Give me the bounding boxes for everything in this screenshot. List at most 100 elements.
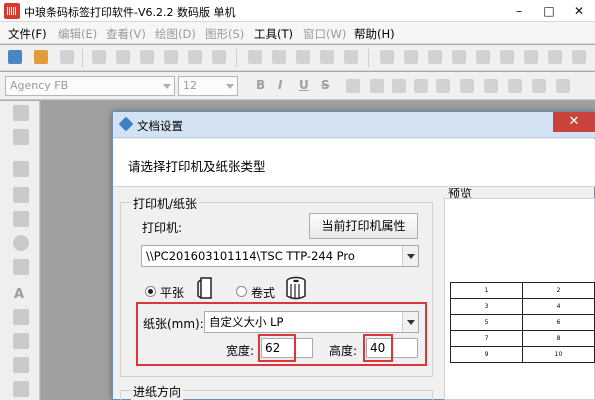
close-window-icon[interactable]: ✕ bbox=[565, 0, 593, 22]
dialog-title-bar: 文档设置 ✕ bbox=[113, 112, 595, 138]
distribute-vertical-icon[interactable] bbox=[556, 79, 570, 93]
ellipse-tool-icon[interactable] bbox=[13, 235, 29, 251]
preview-label-grid: 12 34 56 78 9 10 bbox=[450, 282, 595, 363]
bold-button[interactable]: B bbox=[256, 78, 265, 92]
radio-flat-paper-label: 平张 bbox=[160, 286, 185, 300]
italic-button[interactable]: I bbox=[278, 78, 282, 92]
menu-help[interactable]: 帮助(H) bbox=[354, 26, 395, 42]
printer-properties-button[interactable]: 当前打印机属性 bbox=[309, 213, 418, 239]
text-tool-icon[interactable]: A bbox=[14, 287, 24, 302]
zoom-fit-icon[interactable] bbox=[428, 50, 442, 64]
chevron-down-icon[interactable] bbox=[402, 312, 418, 332]
chevron-down-icon[interactable] bbox=[223, 77, 237, 95]
rounded-rectangle-tool-icon[interactable] bbox=[13, 211, 29, 227]
zoom-out-icon[interactable] bbox=[404, 50, 418, 64]
font-size-select[interactable]: 12 bbox=[178, 76, 238, 96]
align-bottom-icon[interactable] bbox=[508, 79, 522, 93]
font-family-select[interactable]: Agency FB bbox=[5, 76, 175, 96]
dialog-prompt: 请选择打印机及纸张类型 bbox=[128, 159, 266, 174]
print-icon[interactable] bbox=[116, 50, 130, 64]
lock-icon[interactable] bbox=[500, 50, 514, 64]
chevron-down-icon[interactable] bbox=[160, 77, 174, 95]
font-size-value: 12 bbox=[183, 79, 197, 92]
table-row: 12 bbox=[450, 282, 595, 299]
menu-shape[interactable]: 图形(S) bbox=[205, 26, 244, 42]
pan-tool-icon[interactable] bbox=[13, 129, 29, 145]
paragraph-tool-icon[interactable] bbox=[13, 309, 29, 325]
toolbar-separator bbox=[82, 49, 83, 67]
preview-cell: 7 bbox=[450, 330, 523, 347]
ruler-icon[interactable] bbox=[212, 50, 226, 64]
roll-paper-icon bbox=[286, 276, 306, 300]
print-preview-icon[interactable] bbox=[92, 50, 106, 64]
cut-icon[interactable] bbox=[248, 50, 262, 64]
copy-icon[interactable] bbox=[272, 50, 286, 64]
menu-view[interactable]: 查看(V) bbox=[106, 26, 146, 42]
zoom-actual-icon[interactable] bbox=[452, 50, 466, 64]
paper-size-label: 纸张(mm): bbox=[143, 317, 204, 331]
printer-select[interactable]: \\PC201603101114\TSC TTP-244 Pro bbox=[141, 245, 419, 267]
database-icon[interactable] bbox=[140, 50, 154, 64]
align-icon[interactable] bbox=[572, 50, 586, 64]
minimize-icon[interactable]: – bbox=[505, 0, 533, 22]
pointer-tool-icon[interactable] bbox=[13, 105, 29, 121]
preview-cell: 10 bbox=[522, 346, 595, 363]
paste-icon[interactable] bbox=[296, 50, 310, 64]
toolbar-separator bbox=[236, 49, 237, 67]
redo-icon[interactable] bbox=[344, 50, 358, 64]
menu-file[interactable]: 文件(F) bbox=[8, 26, 47, 42]
main-toolbar bbox=[0, 45, 595, 71]
align-center-icon[interactable] bbox=[392, 79, 406, 93]
radio-roll-paper[interactable] bbox=[236, 286, 247, 297]
table-row: 56 bbox=[450, 314, 595, 331]
preview-cell: 1 bbox=[450, 282, 523, 299]
align-middle-icon[interactable] bbox=[484, 79, 498, 93]
menu-edit[interactable]: 编辑(E) bbox=[58, 26, 97, 42]
radio-roll-paper-label: 卷式 bbox=[251, 286, 276, 300]
table-row: 34 bbox=[450, 298, 595, 315]
grid-icon[interactable] bbox=[188, 50, 202, 64]
distribute-horizontal-icon[interactable] bbox=[532, 79, 546, 93]
menu-draw[interactable]: 绘图(D) bbox=[155, 26, 196, 42]
group-icon[interactable] bbox=[524, 50, 538, 64]
maximize-icon[interactable]: □ bbox=[535, 0, 563, 22]
radio-flat-paper[interactable] bbox=[145, 286, 156, 297]
pan-icon[interactable] bbox=[476, 50, 490, 64]
polygon-tool-icon[interactable] bbox=[13, 259, 29, 275]
menu-tools[interactable]: 工具(T) bbox=[254, 26, 293, 42]
strikethrough-button[interactable]: S bbox=[321, 78, 330, 92]
title-bar: 中琅条码标签打印软件-V6.2.2 数码版 单机 – □ ✕ bbox=[0, 0, 595, 22]
layout-icon[interactable] bbox=[164, 50, 178, 64]
image-tool-icon[interactable] bbox=[13, 381, 29, 397]
text-color-icon[interactable] bbox=[346, 79, 360, 93]
app-barcode-icon bbox=[4, 3, 20, 19]
new-document-icon[interactable] bbox=[8, 50, 22, 64]
undo-icon[interactable] bbox=[320, 50, 334, 64]
line-tool-icon[interactable] bbox=[13, 161, 29, 177]
menu-window[interactable]: 窗口(W) bbox=[303, 26, 346, 42]
chevron-down-icon[interactable] bbox=[402, 246, 418, 266]
preview-cell: 5 bbox=[450, 314, 523, 331]
table-row: 78 bbox=[450, 330, 595, 347]
save-icon[interactable] bbox=[60, 50, 74, 64]
barcode-tool-icon[interactable] bbox=[13, 333, 29, 349]
align-top-icon[interactable] bbox=[460, 79, 474, 93]
preview-cell: 3 bbox=[450, 298, 523, 315]
open-folder-icon[interactable] bbox=[34, 50, 48, 64]
printer-select-value: \\PC201603101114\TSC TTP-244 Pro bbox=[146, 249, 355, 263]
underline-button[interactable]: U bbox=[299, 78, 309, 92]
preview-cell: 9 bbox=[450, 346, 523, 363]
height-highlight bbox=[363, 334, 393, 362]
printer-paper-group-title: 打印机/纸张 bbox=[131, 195, 200, 212]
justify-icon[interactable] bbox=[436, 79, 450, 93]
qrcode-tool-icon[interactable] bbox=[13, 357, 29, 373]
paper-size-select[interactable]: 自定义大小 LP bbox=[204, 311, 419, 333]
align-left-icon[interactable] bbox=[370, 79, 384, 93]
rectangle-tool-icon[interactable] bbox=[13, 187, 29, 203]
dialog-close-button[interactable]: ✕ bbox=[553, 112, 595, 132]
zoom-in-icon[interactable] bbox=[380, 50, 394, 64]
align-right-icon[interactable] bbox=[414, 79, 428, 93]
ungroup-icon[interactable] bbox=[548, 50, 562, 64]
settings-diamond-icon bbox=[118, 116, 134, 132]
preview-cell: 4 bbox=[522, 298, 595, 315]
